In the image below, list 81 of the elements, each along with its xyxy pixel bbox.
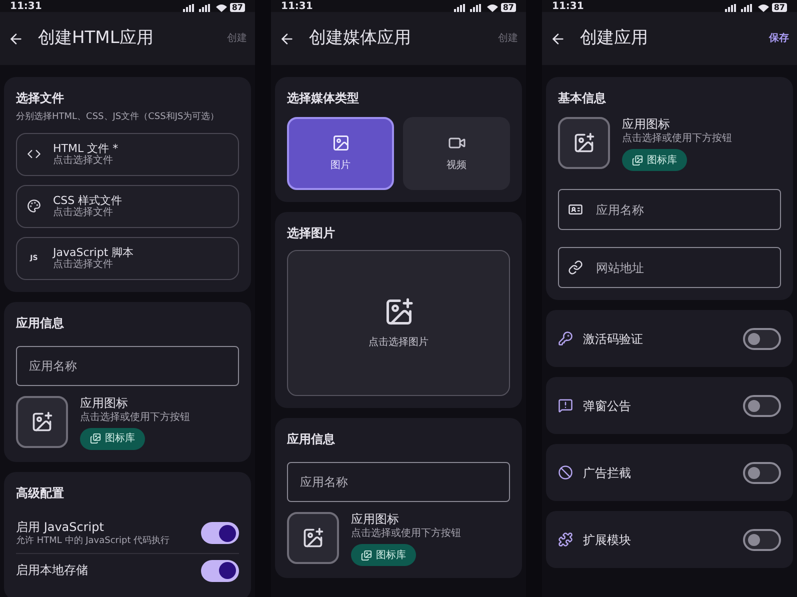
link-icon <box>568 260 583 275</box>
images-icon <box>361 550 372 560</box>
file-label: JavaScript 脚本 <box>53 246 134 258</box>
signal-icon <box>454 4 484 12</box>
status-time: 11:31 <box>552 2 584 12</box>
section-title: 选择文件 <box>16 90 65 107</box>
section-title: 基本信息 <box>558 90 607 107</box>
setting-label: 扩展模块 <box>583 532 631 548</box>
key-icon <box>558 331 573 346</box>
back-arrow-icon[interactable] <box>279 30 295 46</box>
image-add-icon <box>302 527 324 549</box>
section-title: 应用信息 <box>287 431 336 448</box>
screen-title: 创建应用 <box>580 26 649 50</box>
setting-label: 启用 JavaScript <box>16 520 105 534</box>
image-add-icon <box>573 132 595 154</box>
image-drop-area[interactable]: 点击选择图片 <box>287 250 510 396</box>
file-hint: 点击选择文件 <box>53 154 114 166</box>
code-icon <box>27 147 41 161</box>
toggle-switch[interactable] <box>743 328 781 350</box>
status-time: 11:31 <box>281 2 313 12</box>
setting-label: 广告拦截 <box>583 464 631 482</box>
toggle-switch[interactable] <box>201 522 239 544</box>
file-label: CSS 样式文件 <box>53 194 122 206</box>
battery-level: 87 <box>500 3 516 12</box>
image-icon <box>332 134 350 152</box>
icon-picker[interactable] <box>558 117 610 169</box>
signal-icon <box>724 4 755 12</box>
icon-label: 应用图标 <box>351 512 400 527</box>
text-field[interactable]: 应用名称 <box>558 189 781 230</box>
toggle-switch[interactable] <box>743 528 781 550</box>
icon-hint: 点击选择或使用下方按钮 <box>80 410 190 424</box>
section-title: 选择图片 <box>287 225 336 242</box>
app-name-field[interactable]: 应用名称 <box>16 346 239 386</box>
icon-picker[interactable] <box>16 396 68 448</box>
file-label: HTML 文件 * <box>53 142 118 154</box>
ban-icon <box>558 465 573 480</box>
icon-label: 应用图标 <box>622 117 671 132</box>
file-picker-row[interactable]: CSS 样式文件 点击选择文件 <box>16 184 239 228</box>
toggle-switch[interactable] <box>201 560 239 582</box>
media-type-option[interactable]: 图片 <box>287 117 394 190</box>
icon-hint: 点击选择或使用下方按钮 <box>351 527 461 540</box>
section-title: 选择媒体类型 <box>287 90 360 107</box>
text-field[interactable]: 网站地址 <box>558 247 781 288</box>
toolbar-action[interactable]: 保存 <box>769 31 789 46</box>
icon-hint: 点击选择或使用下方按钮 <box>622 132 732 145</box>
file-hint: 点击选择文件 <box>53 258 114 270</box>
screen-title: 创建媒体应用 <box>309 26 412 50</box>
image-add-icon <box>384 296 414 326</box>
section-title: 高级配置 <box>16 484 65 502</box>
icon-library-button[interactable]: 图标库 <box>622 149 687 171</box>
palette-icon <box>27 199 41 213</box>
toggle-switch[interactable] <box>743 394 781 416</box>
icon-library-button[interactable]: 图标库 <box>80 428 145 450</box>
icon-picker[interactable] <box>287 512 339 564</box>
puzzle-icon <box>558 532 573 547</box>
toggle-switch[interactable] <box>743 462 781 484</box>
section-title: 应用信息 <box>16 314 65 332</box>
wifi-icon <box>486 4 498 12</box>
setting-label: 启用本地存储 <box>16 563 88 578</box>
setting-label: 激活码验证 <box>583 330 643 348</box>
image-add-icon <box>31 410 53 432</box>
app-name-field[interactable]: 应用名称 <box>287 462 510 502</box>
file-picker-row[interactable]: HTML 文件 * 点击选择文件 <box>16 132 239 176</box>
wifi-icon <box>216 4 227 12</box>
battery-level: 87 <box>230 3 245 12</box>
setting-label: 弹窗公告 <box>583 398 631 414</box>
file-hint: 点击选择文件 <box>53 206 114 218</box>
icon-label: 应用图标 <box>80 396 129 410</box>
status-time: 11:31 <box>10 2 42 12</box>
wifi-icon <box>758 4 769 12</box>
id-card-icon <box>568 202 583 217</box>
media-type-option[interactable]: 视频 <box>403 117 510 190</box>
signal-icon <box>182 4 213 12</box>
icon-library-button[interactable]: 图标库 <box>351 544 416 566</box>
images-icon <box>90 433 101 444</box>
alert-message-icon <box>558 398 573 413</box>
setting-description: 允许 HTML 中的 JavaScript 代码执行 <box>16 534 170 546</box>
battery-level: 87 <box>772 3 787 12</box>
section-subtitle: 分别选择HTML、CSS、JS文件（CSS和JS为可选） <box>16 111 220 124</box>
screen-title: 创建HTML应用 <box>38 26 154 50</box>
images-icon <box>632 154 643 166</box>
